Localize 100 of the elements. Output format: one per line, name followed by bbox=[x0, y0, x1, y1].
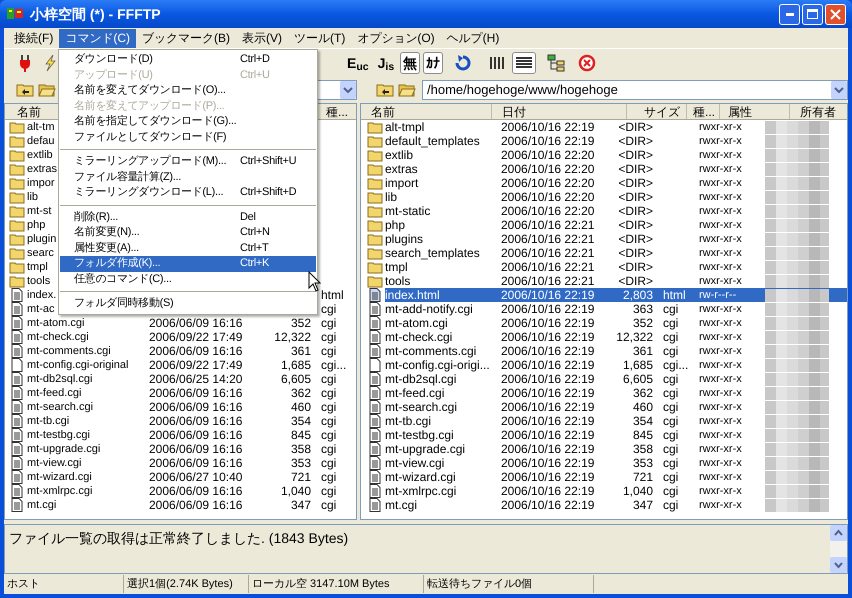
file-name[interactable]: mt-atom.cgi bbox=[27, 316, 149, 330]
encoding-toggle[interactable]: 無 bbox=[400, 52, 420, 74]
encoding-toggle[interactable]: ｶﾅ bbox=[423, 52, 444, 74]
type-cell-text: cgi bbox=[320, 484, 336, 498]
column-header[interactable]: 所有者 bbox=[789, 104, 847, 119]
menu-item[interactable]: ブックマーク(B) bbox=[136, 28, 236, 48]
file-row[interactable]: mt-config.cgi-origi... 2006/10/16 22:19 1,685 cgi... rwxr-xr-x bbox=[385, 358, 847, 372]
size-cell-text: 12,322 bbox=[273, 330, 311, 344]
size-cell-text: <DIR> bbox=[617, 176, 653, 190]
file-name[interactable]: mt-wizard.cgi bbox=[27, 470, 149, 484]
menu-entry[interactable]: ファイル容量計算(Z)... bbox=[60, 170, 316, 185]
menu-item[interactable]: 表示(V) bbox=[236, 28, 288, 48]
menu-entry[interactable]: フォルダ同時移動(S) bbox=[60, 296, 316, 312]
column-header[interactable]: 属性 bbox=[719, 104, 789, 119]
details-view-button[interactable] bbox=[512, 52, 536, 74]
file-row[interactable]: mt.cgi 2006/10/16 22:19 347 cgi rwxr-xr-x bbox=[385, 498, 847, 512]
parent-folder-icon[interactable] bbox=[376, 82, 394, 98]
refresh-icon[interactable] bbox=[454, 54, 472, 72]
menu-entry[interactable]: 削除(R)... Del bbox=[60, 210, 316, 225]
open-folder-icon[interactable] bbox=[38, 82, 56, 98]
file-row[interactable]: php 2006/10/16 22:21 <DIR> rwxr-xr-x bbox=[385, 218, 847, 232]
file-row[interactable]: mt-search.cgi 2006/10/16 22:19 460 cgi rwxr-xr-x bbox=[385, 400, 847, 414]
menu-item[interactable]: ヘルプ(H) bbox=[440, 28, 506, 48]
menu-entry[interactable]: 名前変更(N)... Ctrl+N bbox=[60, 225, 316, 240]
file-name[interactable]: mt-config.cgi-original bbox=[27, 358, 149, 372]
file-row[interactable]: mt-view.cgi 2006/10/16 22:19 353 cgi rwxr-xr-x bbox=[385, 456, 847, 470]
path-field[interactable]: /home/hogehoge/www/hogehoge bbox=[422, 80, 848, 100]
file-row[interactable]: mt-xmlrpc.cgi 2006/10/16 22:19 1,040 cgi rwxr-xr-x bbox=[385, 484, 847, 498]
file-row[interactable]: search_templates 2006/10/16 22:21 <DIR> rwxr-xr-x bbox=[385, 246, 847, 260]
file-row[interactable]: mt-check.cgi 2006/10/16 22:19 12,322 cgi rwxr-xr-x bbox=[385, 330, 847, 344]
file-row[interactable]: extras 2006/10/16 22:20 <DIR> rwxr-xr-x bbox=[385, 162, 847, 176]
size-cell-text: <DIR> bbox=[617, 148, 653, 162]
file-name[interactable]: mt-comments.cgi bbox=[27, 344, 149, 358]
file-row[interactable]: mt-add-notify.cgi 2006/10/16 22:19 363 cgi rwxr-xr-x bbox=[385, 302, 847, 316]
file-row[interactable]: mt-atom.cgi 2006/10/16 22:19 352 cgi rwxr-xr-x bbox=[385, 316, 847, 330]
minimize-button[interactable] bbox=[779, 4, 800, 24]
menu-entry[interactable]: フォルダ作成(K)... Ctrl+K bbox=[60, 256, 316, 272]
type-cell-text: cgi bbox=[662, 456, 680, 470]
file-name[interactable]: mt-view.cgi bbox=[27, 456, 149, 470]
file-row[interactable]: extlib 2006/10/16 22:20 <DIR> rwxr-xr-x bbox=[385, 148, 847, 162]
file-row[interactable]: mt-feed.cgi 2006/10/16 22:19 362 cgi rwxr-xr-x bbox=[385, 386, 847, 400]
column-header[interactable]: サイズ bbox=[626, 104, 686, 119]
attribute-cell-text: rw-r--r-- bbox=[699, 288, 738, 302]
encoding-toggle[interactable]: E$_{uc}$ bbox=[344, 52, 372, 74]
stop-icon[interactable] bbox=[578, 54, 596, 72]
column-header[interactable]: 名前 bbox=[361, 104, 491, 119]
scrollbar[interactable] bbox=[830, 525, 847, 573]
document-icon bbox=[369, 470, 381, 484]
file-name[interactable]: mt-testbg.cgi bbox=[27, 428, 149, 442]
file-row[interactable]: index.html 2006/10/16 22:19 2,803 html rw-r--r-- bbox=[385, 288, 847, 302]
tree-icon[interactable] bbox=[547, 54, 566, 72]
file-row[interactable]: mt-upgrade.cgi 2006/10/16 22:19 358 cgi rwxr-xr-x bbox=[385, 442, 847, 456]
file-row[interactable]: mt-db2sql.cgi 2006/10/16 22:19 6,605 cgi rwxr-xr-x bbox=[385, 372, 847, 386]
open-folder-icon[interactable] bbox=[398, 82, 416, 98]
menu-item[interactable]: 接続(F) bbox=[8, 28, 60, 48]
file-row[interactable]: import 2006/10/16 22:20 <DIR> rwxr-xr-x bbox=[385, 176, 847, 190]
column-header[interactable]: 種... bbox=[686, 104, 719, 119]
file-name[interactable]: mt.cgi bbox=[27, 498, 149, 512]
plug-icon[interactable] bbox=[18, 54, 32, 72]
date-cell-text: 2006/10/16 22:19 bbox=[501, 386, 596, 400]
file-name[interactable]: mt-xmlrpc.cgi bbox=[27, 484, 149, 498]
menu-entry[interactable]: ファイルとしてダウンロード(F) bbox=[60, 130, 316, 145]
pixelated-mark bbox=[765, 204, 829, 218]
menu-entry[interactable]: 名前を変えてダウンロード(O)... bbox=[60, 83, 316, 98]
close-button[interactable] bbox=[825, 4, 846, 24]
menu-entry[interactable]: ダウンロード(D) Ctrl+D bbox=[60, 52, 316, 68]
file-name[interactable]: mt-tb.cgi bbox=[27, 414, 149, 428]
file-name[interactable]: mt-check.cgi bbox=[27, 330, 149, 344]
file-row[interactable]: mt-wizard.cgi 2006/10/16 22:19 721 cgi rwxr-xr-x bbox=[385, 470, 847, 484]
file-name[interactable]: mt-upgrade.cgi bbox=[27, 442, 149, 456]
file-name[interactable]: mt-search.cgi bbox=[27, 400, 149, 414]
menu-entry[interactable]: ミラーリングダウンロード(L)... Ctrl+Shift+D bbox=[60, 185, 316, 200]
type-cell-text: cgi bbox=[662, 498, 680, 512]
attribute-cell-text: rwxr-xr-x bbox=[699, 498, 743, 512]
file-row[interactable]: mt-testbg.cgi 2006/10/16 22:19 845 cgi rwxr-xr-x bbox=[385, 428, 847, 442]
file-row[interactable]: lib 2006/10/16 22:20 <DIR> rwxr-xr-x bbox=[385, 190, 847, 204]
parent-folder-icon[interactable] bbox=[16, 82, 34, 98]
file-row[interactable]: alt-tmpl 2006/10/16 22:19 <DIR> rwxr-xr-x bbox=[385, 120, 847, 134]
menu-entry[interactable]: 属性変更(A)... Ctrl+T bbox=[60, 240, 316, 256]
maximize-button[interactable] bbox=[802, 4, 823, 24]
file-row[interactable]: plugins 2006/10/16 22:21 <DIR> rwxr-xr-x bbox=[385, 232, 847, 246]
encoding-toggle[interactable]: J$_{is}$ bbox=[374, 52, 398, 74]
file-row[interactable]: default_templates 2006/10/16 22:19 <DIR> rwxr-xr-x bbox=[385, 134, 847, 148]
file-row[interactable]: mt-comments.cgi 2006/10/16 22:19 361 cgi rwxr-xr-x bbox=[385, 344, 847, 358]
menu-item[interactable]: コマンド(C) bbox=[59, 28, 136, 48]
menu-item[interactable]: オプション(O) bbox=[351, 28, 441, 48]
scroll-down-icon[interactable] bbox=[830, 557, 847, 573]
file-row[interactable]: mt-static 2006/10/16 22:20 <DIR> rwxr-xr-x bbox=[385, 204, 847, 218]
menu-entry[interactable]: 名前を指定してダウンロード(G)... bbox=[60, 114, 316, 130]
file-row[interactable]: tools 2006/10/16 22:21 <DIR> rwxr-xr-x bbox=[385, 274, 847, 288]
file-name[interactable]: mt-feed.cgi bbox=[27, 386, 149, 400]
file-name[interactable]: mt-db2sql.cgi bbox=[27, 372, 149, 386]
file-row[interactable]: tmpl 2006/10/16 22:21 <DIR> rwxr-xr-x bbox=[385, 260, 847, 274]
scroll-up-icon[interactable] bbox=[830, 525, 847, 541]
column-header[interactable]: 日付 bbox=[491, 104, 626, 119]
file-name: mt-static bbox=[385, 204, 432, 218]
pixelated-mark bbox=[765, 428, 829, 442]
menu-entry[interactable]: ミラーリングアップロード(M)... Ctrl+Shift+U bbox=[60, 154, 316, 170]
menu-item[interactable]: ツール(T) bbox=[288, 28, 352, 48]
file-row[interactable]: mt-tb.cgi 2006/10/16 22:19 354 cgi rwxr-xr-x bbox=[385, 414, 847, 428]
